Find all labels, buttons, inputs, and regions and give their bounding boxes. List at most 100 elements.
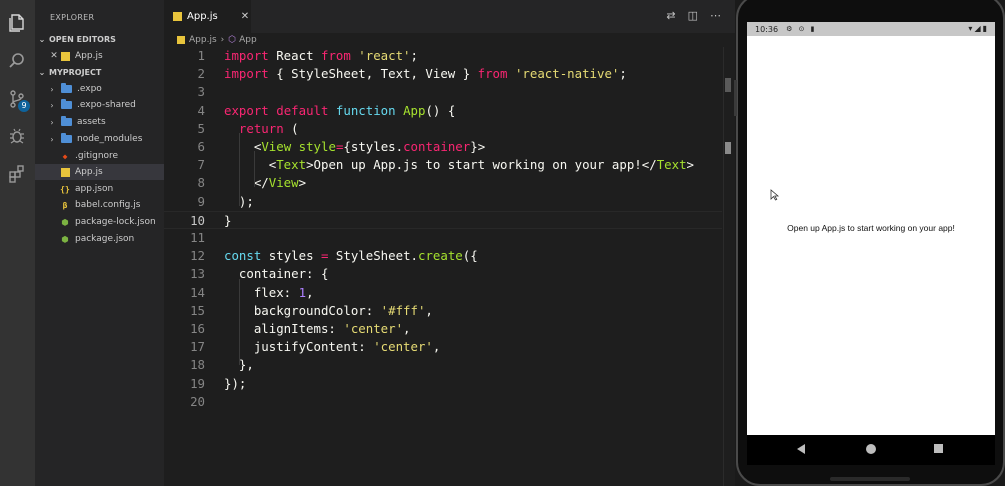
line-number: 18 [190, 357, 205, 373]
tree-item-package-lock[interactable]: ⬢ package-lock.json [35, 214, 164, 230]
debug-icon[interactable] [4, 123, 30, 149]
line-number: 6 [197, 139, 205, 154]
line-number: 12 [190, 248, 205, 264]
close-icon[interactable]: ✕ [241, 11, 249, 22]
tree-item-label: package-lock.json [75, 217, 156, 227]
open-editor-item[interactable]: ✕ App.js [35, 48, 164, 64]
status-time: 10:36 [755, 24, 779, 34]
indent-guide [239, 279, 240, 365]
chevron-right-icon: › [50, 117, 54, 127]
tree-item-gitignore[interactable]: ◆ .gitignore [35, 148, 164, 164]
tree-item-expo[interactable]: › .expo [35, 81, 164, 97]
more-actions-icon[interactable]: ⋯ [710, 9, 721, 22]
code-line-current: 10} [164, 210, 722, 229]
recents-icon[interactable] [934, 444, 943, 453]
folder-icon [61, 99, 72, 109]
tree-item-app-json[interactable]: {} app.json [35, 181, 164, 197]
tree-item-label: node_modules [77, 134, 143, 144]
tree-item-package-json[interactable]: ⬢ package.json [35, 231, 164, 247]
app-welcome-text: Open up App.js to start working on your … [787, 223, 955, 233]
line-number: 17 [190, 339, 205, 355]
tree-item-label: assets [77, 117, 106, 127]
line-number: 14 [190, 284, 205, 300]
npm-icon: ⬢ [61, 217, 69, 227]
chevron-down-icon: ⌄ [38, 68, 46, 77]
line-number: 9 [197, 193, 205, 209]
breadcrumb-file[interactable]: App.js [189, 35, 217, 45]
tree-item-assets[interactable]: › assets [35, 114, 164, 130]
tree-item-node-modules[interactable]: › node_modules [35, 131, 164, 147]
source-control-icon[interactable]: 9 [4, 86, 30, 112]
breadcrumb-symbol[interactable]: App [239, 35, 257, 45]
chevron-right-icon: › [50, 134, 54, 144]
code-line: 15 backgroundColor: '#fff', [164, 302, 722, 320]
home-icon[interactable] [866, 444, 876, 454]
line-number: 11 [190, 230, 205, 245]
code-line: 16 alignItems: 'center', [164, 320, 722, 338]
compare-icon[interactable]: ⇄ [666, 9, 675, 22]
code-line: 14 flex: 1, [164, 284, 722, 302]
scm-badge: 9 [18, 100, 30, 112]
chevron-down-icon: ⌄ [38, 35, 46, 44]
line-number: 3 [197, 84, 205, 100]
tree-item-label: babel.config.js [75, 200, 141, 210]
phone-status-bar: 10:36 ⚙ ⊙ ▮ ▾◢▮ [747, 22, 995, 36]
line-number: 10 [190, 212, 205, 228]
code-line: 20 [164, 393, 722, 411]
tab-label: App.js [187, 11, 218, 22]
line-number: 20 [190, 393, 205, 409]
tree-item-label: .gitignore [75, 151, 119, 161]
files-icon[interactable] [4, 9, 30, 35]
js-file-icon [61, 167, 70, 177]
js-file-icon [173, 12, 182, 21]
code-line: 13 container: { [164, 265, 722, 283]
line-number: 2 [197, 66, 205, 82]
tree-item-app-js[interactable]: App.js [35, 164, 164, 180]
code-editor[interactable]: 1 import React from 'react'; 2 import { St… [164, 47, 735, 486]
split-editor-icon[interactable]: ◫ [688, 9, 698, 22]
tree-item-label: app.json [75, 184, 114, 194]
js-file-icon [177, 36, 185, 44]
back-icon[interactable] [797, 444, 805, 454]
code-line: 6 <View style={styles.container}> [164, 138, 722, 156]
line-number: 15 [190, 302, 205, 318]
code-line: 9 ); [164, 193, 722, 211]
code-line: 5 return ( [164, 120, 722, 138]
folder-icon [61, 83, 72, 93]
status-icons: ⚙ ⊙ ▮ [786, 25, 817, 33]
code-line: 4 export default function App() { [164, 102, 722, 120]
tree-item-expo-shared[interactable]: › .expo-shared [35, 97, 164, 113]
open-editors-section[interactable]: ⌄ OPEN EDITORS [35, 32, 164, 47]
tree-item-label: .expo [77, 84, 102, 94]
project-section[interactable]: ⌄ MYPROJECT [35, 65, 164, 80]
tab-app-js[interactable]: App.js ✕ [164, 0, 251, 33]
code-line: 18 }, [164, 356, 722, 374]
npm-icon: ⬢ [61, 234, 69, 244]
json-icon: {} [60, 184, 70, 194]
scrollbar-thumb[interactable] [725, 78, 731, 92]
phone-side-button [734, 80, 737, 116]
babel-icon: β [62, 200, 68, 210]
code-line: 12 const styles = StyleSheet.create({ [164, 247, 722, 265]
git-icon: ◆ [62, 151, 68, 161]
phone-speaker [830, 477, 910, 481]
close-icon[interactable]: ✕ [49, 51, 59, 61]
extensions-icon[interactable] [4, 161, 30, 187]
line-number: 1 [197, 48, 205, 63]
editor-tab-bar: App.js ✕ ⇄ ◫ ⋯ [164, 0, 735, 33]
code-line: 2 import { StyleSheet, Text, View } from … [164, 65, 722, 83]
mouse-cursor-icon [770, 189, 780, 201]
folder-icon [61, 116, 72, 126]
activity-bar: 9 [0, 0, 35, 486]
open-editor-label: App.js [75, 51, 103, 61]
chevron-right-icon: › [50, 100, 54, 110]
folder-icon [61, 133, 72, 143]
line-number: 5 [197, 120, 205, 136]
explorer-title: EXPLORER [50, 13, 95, 22]
open-editors-label: OPEN EDITORS [49, 35, 116, 44]
code-line: 11 [164, 229, 722, 247]
js-file-icon [61, 51, 70, 61]
search-icon[interactable] [4, 48, 30, 74]
signal-battery-icon: ▾◢▮ [968, 24, 989, 33]
tree-item-babel-config[interactable]: β babel.config.js [35, 197, 164, 213]
